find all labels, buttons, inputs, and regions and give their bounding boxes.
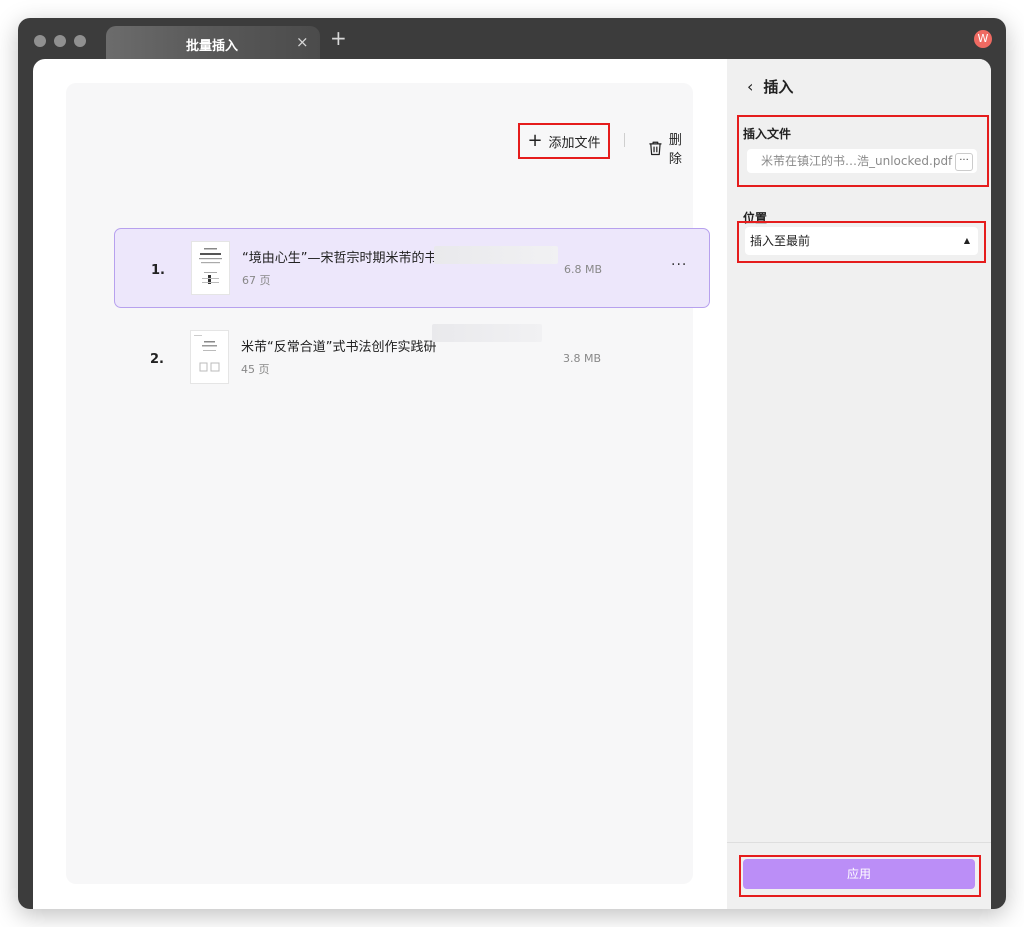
- delete-button[interactable]: 删除: [648, 129, 693, 167]
- apply-highlight: 应用: [739, 855, 981, 897]
- toolbar-divider: [624, 133, 625, 147]
- caret-up-icon: ▲: [963, 236, 970, 245]
- position-value: 插入至最前: [750, 234, 811, 248]
- file-thumbnail: [190, 330, 229, 384]
- file-title: 米芾“反常合道”式书法创作实践研: [241, 340, 437, 355]
- maximize-window-button[interactable]: [74, 35, 86, 47]
- close-window-button[interactable]: [34, 35, 46, 47]
- file-list-card: + 添加文件 删除 1. “境由心生”—宋哲宗时期米芾的书法研 67 页 6.8…: [66, 83, 710, 884]
- insert-file-field[interactable]: 米芾在镇江的书…浩_unlocked.pdf ···: [747, 149, 977, 173]
- tab-close-icon[interactable]: ×: [296, 33, 309, 51]
- trash-icon: [649, 141, 662, 155]
- position-select[interactable]: 插入至最前 ▲: [745, 227, 978, 255]
- tab-batch-insert[interactable]: 批量插入 ×: [106, 26, 320, 60]
- back-button[interactable]: ‹ 插入: [747, 76, 793, 97]
- plus-icon: +: [527, 130, 543, 151]
- insert-file-highlight: 米芾在镇江的书…浩_unlocked.pdf ···: [737, 115, 989, 187]
- file-thumbnail: [191, 241, 230, 295]
- file-row[interactable]: 1. “境由心生”—宋哲宗时期米芾的书法研 67 页 6.8 MB ···: [114, 228, 710, 308]
- panel-title: 插入: [763, 78, 794, 96]
- main-content: + 添加文件 删除 1. “境由心生”—宋哲宗时期米芾的书法研 67 页 6.8…: [33, 59, 991, 909]
- file-index: 2.: [150, 352, 164, 367]
- file-page-count: 45 页: [241, 363, 270, 376]
- chevron-left-icon: ‹: [747, 77, 754, 96]
- redacted-title-mask: [434, 246, 558, 264]
- more-options-icon[interactable]: ···: [671, 257, 687, 273]
- panel-footer-divider: [727, 842, 991, 843]
- minimize-window-button[interactable]: [54, 35, 66, 47]
- position-highlight: 插入至最前 ▲: [737, 221, 986, 263]
- add-file-button[interactable]: + 添加文件: [518, 123, 610, 159]
- redacted-title-mask: [432, 324, 542, 342]
- tab-title: 批量插入: [186, 39, 239, 54]
- file-size: 6.8 MB: [564, 263, 603, 276]
- insert-settings-panel: ‹ 插入 插入文件 米芾在镇江的书…浩_unlocked.pdf ··· 位置 插…: [727, 59, 991, 909]
- file-index: 1.: [151, 263, 165, 278]
- browse-file-icon[interactable]: ···: [955, 153, 973, 171]
- app-window: 批量插入 × + W + 添加文件 删除 1. “境由心生”—宋哲宗时期米芾的书…: [18, 18, 1006, 909]
- file-size: 3.8 MB: [563, 352, 602, 365]
- delete-label: 删除: [668, 133, 682, 167]
- file-page-count: 67 页: [242, 274, 271, 287]
- insert-file-value: 米芾在镇江的书…浩_unlocked.pdf: [761, 154, 953, 168]
- apply-button[interactable]: 应用: [743, 859, 975, 889]
- new-tab-button[interactable]: +: [330, 28, 347, 48]
- file-title: “境由心生”—宋哲宗时期米芾的书法研: [242, 251, 464, 266]
- file-row[interactable]: 2. 米芾“反常合道”式书法创作实践研 45 页 3.8 MB: [114, 318, 710, 398]
- add-file-label: 添加文件: [548, 135, 601, 151]
- user-avatar[interactable]: W: [974, 30, 992, 48]
- title-bar: 批量插入 × + W: [18, 18, 1006, 60]
